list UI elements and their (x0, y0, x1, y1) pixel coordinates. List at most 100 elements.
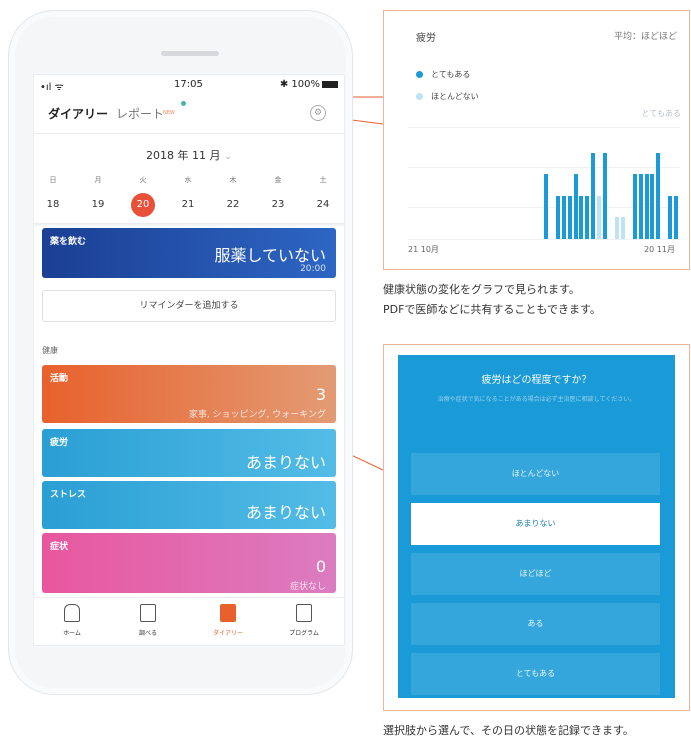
question-screen: 疲労はどの程度ですか？ 治療や症状で気になることがある場合は必ず主治医に相談して… (398, 355, 675, 698)
nav-diary[interactable]: ダイアリー (198, 604, 258, 637)
tray-icon (140, 604, 156, 622)
chart-title: 疲労 (416, 33, 436, 44)
clock: 17:05 (174, 79, 203, 90)
symptoms-card[interactable]: 症状 0 症状なし (42, 533, 336, 593)
nav-home[interactable]: ホーム (42, 604, 102, 637)
bottom-nav: ホーム 調べる ダイアリー プログラム (34, 597, 344, 645)
chart-bar (573, 174, 578, 239)
fatigue-value: あまりない (245, 453, 326, 472)
fatigue-question-panel: 疲労はどの程度ですか？ 治療や症状で気になることがある場合は必ず主治医に相談して… (383, 344, 690, 711)
legend-low-dot-icon (416, 93, 423, 100)
day-22[interactable]: 22 (218, 193, 248, 217)
chart-bar (614, 217, 619, 239)
fatigue-card[interactable]: 疲労 あまりない (42, 429, 336, 477)
weekday-mon: 月 (94, 176, 102, 184)
chart-bar (644, 174, 649, 239)
chart-bars (408, 131, 680, 239)
legend-high-dot-icon (416, 71, 423, 78)
chart-bar (597, 195, 602, 239)
nav-home-label: ホーム (63, 630, 81, 637)
medication-card[interactable]: 薬を飲む 服薬していない 20:00 (42, 228, 336, 278)
settings-gear-icon[interactable]: ⚙ (310, 105, 326, 121)
chart-bar (544, 174, 548, 239)
home-icon (64, 604, 80, 622)
chart-bar (561, 195, 566, 239)
option-moderate[interactable]: ほどほど (411, 553, 660, 595)
medication-title: 薬を飲む (50, 237, 87, 247)
tab-report[interactable]: レポート (116, 105, 164, 122)
chart-bar (567, 195, 572, 239)
question-text: 疲労はどの程度ですか？ (481, 375, 592, 386)
battery-text: ✱ 100% (279, 79, 320, 90)
nav-search-label: 調べる (138, 630, 157, 637)
weekday-tue: 火 (139, 176, 147, 184)
stress-title: ストレス (50, 490, 87, 500)
chart-bar (579, 195, 584, 239)
weekday-fri: 金 (274, 176, 282, 184)
question-note: 治療や症状で気になることがある場合は必ず主治医に相談してください。 (437, 396, 636, 403)
chart-bar (555, 195, 560, 239)
day-23[interactable]: 23 (263, 193, 293, 217)
nav-search[interactable]: 調べる (118, 604, 178, 637)
battery-icon (322, 80, 338, 88)
checklist-icon (296, 604, 312, 622)
status-bar: •ıl ᯤ 17:05 ✱ 100% (34, 75, 344, 95)
day-19[interactable]: 19 (83, 193, 113, 217)
day-24[interactable]: 24 (308, 193, 338, 217)
caption-report-line2: PDFで医師などに共有することもできます。 (383, 303, 601, 316)
legend-low: ほとんどない (416, 91, 479, 102)
calendar-shadow (34, 223, 344, 227)
option-not-much-selected[interactable]: あまりない (411, 503, 660, 545)
stress-card[interactable]: ストレス あまりない (42, 481, 336, 529)
gridline-top (408, 127, 680, 128)
caption-report: 健康状態の変化をグラフで見られます。 PDFで医師などに共有することもできます。 (383, 280, 688, 320)
medication-time: 20:00 (300, 264, 326, 274)
x-axis-end: 20 11月 (644, 245, 675, 254)
new-badge: NEW (163, 110, 175, 116)
nav-program[interactable]: プログラム (274, 604, 334, 637)
medication-value: 服薬していない (214, 246, 326, 265)
signal-icon: •ıl ᯤ (40, 82, 64, 93)
activity-detail: 家事, ショッピング, ウォーキング (188, 410, 326, 420)
nav-diary-label: ダイアリー (212, 630, 243, 637)
option-hardly[interactable]: ほとんどない (411, 453, 660, 495)
chart-bar (603, 152, 608, 239)
days-row: 18 19 20 21 22 23 24 (38, 193, 338, 217)
legend-high: とてもある (416, 69, 470, 80)
header-divider (34, 133, 344, 134)
day-18[interactable]: 18 (38, 193, 68, 217)
phone-frame: •ıl ᯤ 17:05 ✱ 100% ダイアリー レポート NEW ⚙ 2018… (8, 10, 353, 695)
legend-high-label: とてもある (431, 70, 471, 79)
chart-bar (620, 217, 625, 239)
activity-card[interactable]: 活動 3 家事, ショッピング, ウォーキング (42, 365, 336, 423)
tab-diary[interactable]: ダイアリー (48, 105, 108, 122)
chart-bar (674, 195, 679, 239)
day-21[interactable]: 21 (173, 193, 203, 217)
chart-axis-label: とてもある (641, 109, 681, 118)
option-very-much[interactable]: とてもある (411, 653, 660, 695)
day-20-selected[interactable]: 20 (128, 193, 158, 217)
selected-day-label: 20 (131, 193, 155, 217)
option-yes[interactable]: ある (411, 603, 660, 645)
chart-bar (638, 174, 643, 239)
symptoms-title: 症状 (50, 542, 69, 552)
fatigue-title: 疲労 (50, 438, 69, 448)
chart-bar (650, 174, 655, 239)
month-label: 2018 年 11 月 (145, 149, 221, 162)
app-screen: •ıl ᯤ 17:05 ✱ 100% ダイアリー レポート NEW ⚙ 2018… (33, 74, 345, 646)
report-chart-panel: 疲労 平均：ほどほど とてもある ほとんどない とてもある 21 10月 20 … (383, 10, 690, 270)
symptoms-value: 0 (315, 557, 326, 576)
chart-bar (632, 174, 637, 239)
activity-value: 3 (315, 385, 326, 404)
gridline-base (408, 239, 680, 240)
chart-bar (591, 152, 596, 239)
month-selector[interactable]: 2018 年 11 月 ⌄ (34, 147, 344, 163)
legend-low-label: ほとんどない (431, 92, 479, 101)
nav-program-label: プログラム (289, 630, 319, 637)
app-tabs: ダイアリー レポート NEW ⚙ (42, 101, 336, 125)
weekday-sun: 日 (49, 176, 57, 184)
chart-bar (585, 195, 590, 239)
add-reminder-button[interactable]: リマインダーを追加する (42, 290, 336, 322)
weekday-wed: 水 (184, 176, 192, 184)
health-section-label: 健康 (42, 346, 58, 355)
